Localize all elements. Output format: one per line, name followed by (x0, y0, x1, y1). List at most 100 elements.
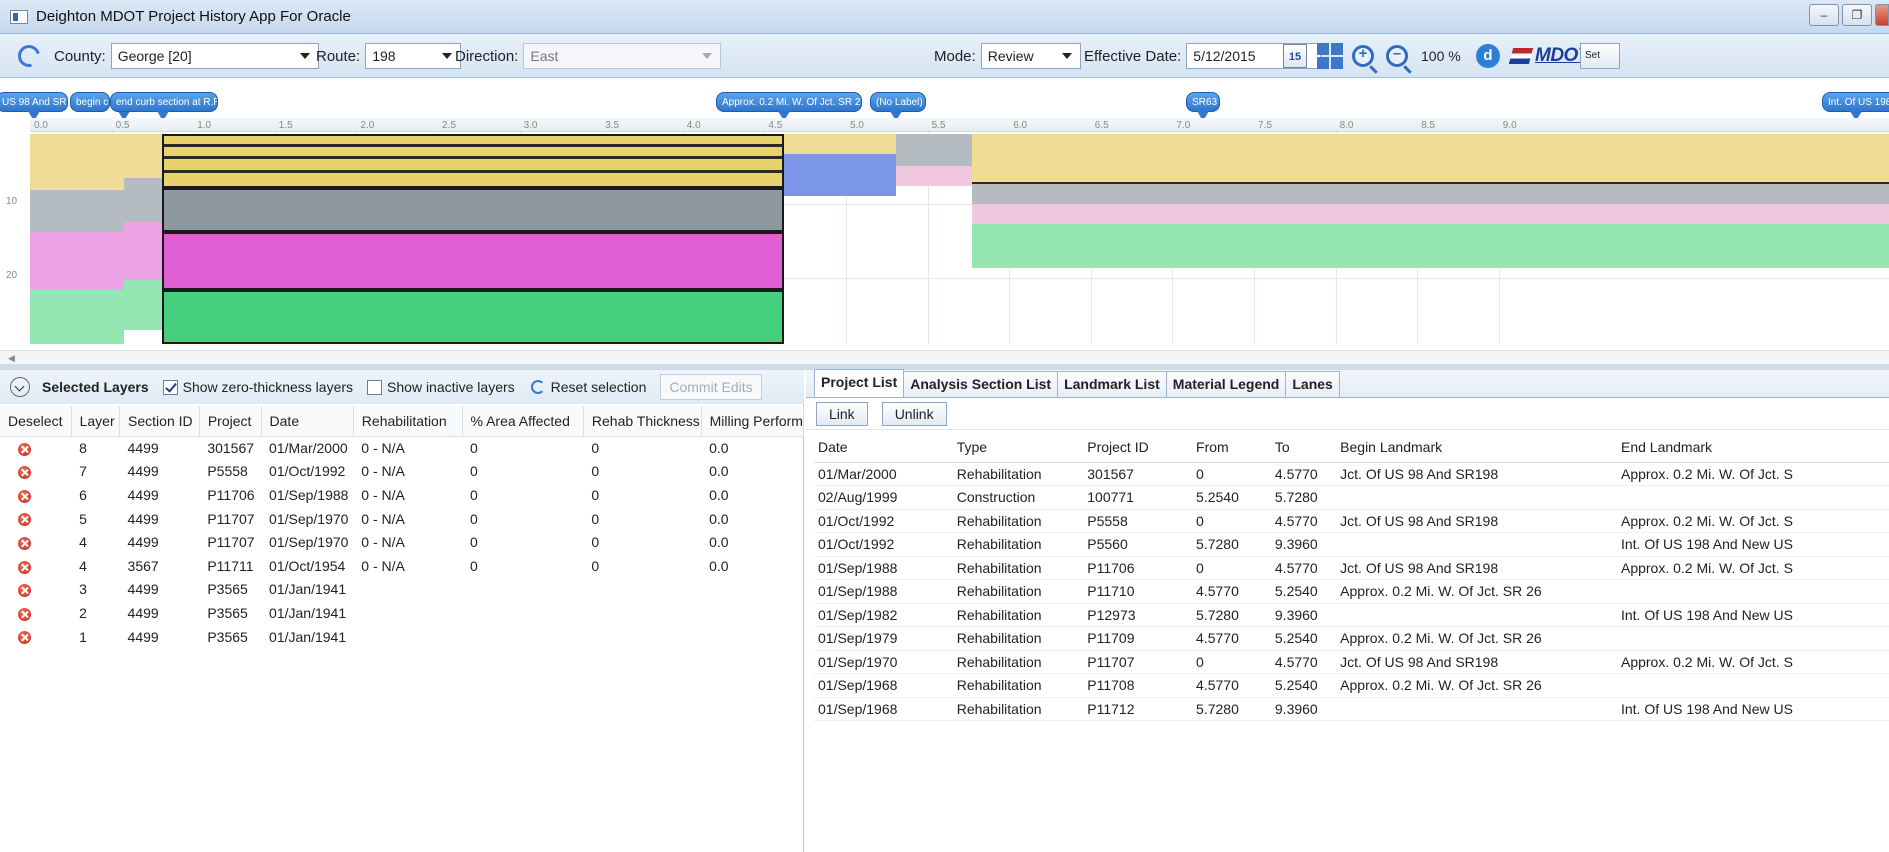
county-select[interactable]: George [20] (110, 43, 319, 69)
zoom-in-icon[interactable]: + (1352, 45, 1374, 67)
column-header[interactable]: Milling Perform (701, 406, 805, 437)
settings-button[interactable]: Set (1580, 43, 1620, 69)
unlink-button[interactable]: Unlink (881, 401, 947, 426)
table-row[interactable]: 6 4499 P11706 01/Sep/1988 0 - N/A 0 0 0.0 (0, 483, 804, 507)
table-row[interactable]: 01/Oct/1992 Rehabilitation P5560 5.7280 9.39… (814, 532, 1889, 557)
landmark-marker[interactable]: Int. Of US 198 An (1822, 92, 1889, 112)
remove-icon[interactable] (18, 442, 31, 456)
landmark-marker[interactable]: begin cu (70, 92, 110, 112)
pavement-layer[interactable] (896, 134, 972, 166)
tab-lanes[interactable]: Lanes (1285, 371, 1340, 397)
landmark-marker[interactable]: Approx. 0.2 Mi. W. Of Jct. SR 26 (716, 92, 862, 112)
tab-project-list[interactable]: Project List (814, 369, 905, 397)
close-button[interactable] (1875, 4, 1889, 26)
show-zero-thickness-checkbox[interactable] (162, 379, 178, 395)
remove-icon[interactable] (18, 489, 31, 503)
pavement-layer[interactable] (896, 166, 972, 186)
scroll-left-icon[interactable]: ◀ (8, 353, 15, 364)
show-inactive-checkbox[interactable] (367, 379, 383, 395)
pavement-layer[interactable] (972, 204, 1889, 224)
table-row[interactable]: 5 4499 P11707 01/Sep/1970 0 - N/A 0 0 0.0 (0, 507, 804, 531)
table-row[interactable]: 02/Aug/1999 Construction 100771 5.2540 5.728… (814, 485, 1889, 510)
chart-horizontal-scrollbar[interactable]: ◀ (0, 350, 1889, 364)
tab-landmark-list[interactable]: Landmark List (1057, 371, 1167, 397)
mode-select[interactable]: Review (980, 43, 1081, 69)
landmark-marker[interactable]: SR63 (1186, 92, 1220, 112)
pavement-layer[interactable] (30, 232, 124, 290)
pavement-layer[interactable] (30, 134, 124, 190)
table-row[interactable]: 01/Mar/2000 Rehabilitation 301567 0 4.5770 Jc… (814, 462, 1889, 486)
tab-analysis-section-list[interactable]: Analysis Section List (903, 371, 1059, 397)
remove-icon[interactable] (18, 584, 31, 598)
maximize-button[interactable]: ❐ (1842, 4, 1872, 26)
column-header[interactable]: Rehabilitation (353, 406, 463, 437)
direction-select[interactable]: East (523, 43, 722, 69)
column-header[interactable]: Date (261, 406, 354, 437)
pavement-layer[interactable] (124, 178, 162, 222)
table-row[interactable]: 01/Sep/1968 Rehabilitation P11712 5.7280 9.3… (814, 697, 1889, 721)
table-row[interactable]: 8 4499 301567 01/Mar/2000 0 - N/A 0 0 0.0 (0, 436, 804, 460)
remove-icon[interactable] (18, 536, 31, 550)
calendar-icon[interactable]: 15 (1283, 44, 1307, 68)
column-header[interactable]: To (1270, 432, 1337, 463)
table-row[interactable]: 01/Oct/1992 Rehabilitation P5558 0 4.5770 Jct… (814, 509, 1889, 533)
pavement-layer-selected[interactable] (162, 188, 784, 232)
reset-selection-link[interactable]: Reset selection (551, 379, 647, 395)
pavement-layer[interactable] (972, 184, 1889, 204)
pavement-layer[interactable] (972, 224, 1889, 268)
landmark-marker[interactable]: US 98 And SR1 (0, 92, 68, 112)
pavement-layer-selected[interactable] (162, 232, 784, 290)
table-row[interactable]: 01/Sep/1968 Rehabilitation P11708 4.5770 5.2… (814, 673, 1889, 698)
commit-edits-button[interactable]: Commit Edits (660, 374, 762, 400)
table-row[interactable]: 4 3567 P11711 01/Oct/1954 0 - N/A 0 0 0.0 (0, 554, 804, 578)
tab-material-legend[interactable]: Material Legend (1165, 371, 1287, 397)
pavement-layer[interactable] (30, 290, 124, 344)
table-row[interactable]: 01/Sep/1982 Rehabilitation P12973 5.7280 9.3… (814, 603, 1889, 627)
table-row[interactable]: 2 4499 P3565 01/Jan/1941 (0, 601, 804, 625)
column-header[interactable]: End Landmark (1616, 432, 1889, 463)
fit-to-screen-icon[interactable] (1317, 43, 1343, 69)
link-button[interactable]: Link (816, 401, 868, 426)
table-row[interactable]: 7 4499 P5558 01/Oct/1992 0 - N/A 0 0 0.0 (0, 460, 804, 484)
table-row[interactable]: 01/Sep/1979 Rehabilitation P11709 4.5770 5.2… (814, 626, 1889, 651)
column-header[interactable]: Type (952, 432, 1084, 463)
column-header[interactable]: Project ID (1083, 432, 1193, 463)
table-row[interactable]: 4 4499 P11707 01/Sep/1970 0 - N/A 0 0 0.0 (0, 530, 804, 554)
pavement-layer[interactable] (784, 134, 896, 154)
table-row[interactable]: 01/Sep/1988 Rehabilitation P11710 4.5770 5.2… (814, 579, 1889, 604)
reset-icon[interactable] (530, 380, 545, 394)
remove-icon[interactable] (18, 607, 31, 621)
pavement-layer[interactable] (124, 222, 162, 280)
pavement-layer[interactable] (124, 134, 162, 178)
deighton-logo-icon[interactable]: d (1476, 44, 1500, 68)
column-header[interactable]: Deselect (0, 406, 72, 437)
pavement-layer-chart[interactable]: US 98 And SR1 begin cu end curb section … (0, 78, 1889, 350)
pavement-layer[interactable] (784, 154, 896, 196)
landmark-marker[interactable]: end curb section at R.R. (110, 92, 218, 112)
refresh-button[interactable] (13, 40, 45, 72)
pavement-layer[interactable] (124, 280, 162, 330)
table-row[interactable]: 3 4499 P3565 01/Jan/1941 (0, 578, 804, 602)
landmark-marker[interactable]: (No Label) (870, 92, 926, 112)
pavement-layer[interactable] (30, 190, 124, 232)
zoom-out-icon[interactable]: – (1386, 45, 1408, 67)
minimize-button[interactable]: – (1809, 4, 1839, 26)
column-header[interactable]: Rehab Thickness (583, 406, 702, 437)
column-header[interactable]: Date (814, 432, 953, 463)
column-header[interactable]: Layer (71, 406, 121, 437)
column-header[interactable]: Section ID (119, 406, 200, 437)
remove-icon[interactable] (18, 631, 31, 645)
column-header[interactable]: From (1192, 432, 1271, 463)
column-header[interactable]: Project (199, 406, 262, 437)
table-row[interactable]: 01/Sep/1988 Rehabilitation P11706 0 4.5770 Jc… (814, 556, 1889, 580)
remove-icon[interactable] (18, 466, 31, 480)
route-select[interactable]: 198 (365, 43, 462, 69)
pavement-layer-selected[interactable] (162, 290, 784, 344)
column-header[interactable]: Begin Landmark (1336, 432, 1617, 463)
table-row[interactable]: 1 4499 P3565 01/Jan/1941 (0, 625, 804, 649)
pavement-layer[interactable] (972, 134, 1889, 184)
pavement-layer-selected[interactable] (162, 134, 784, 188)
table-row[interactable]: 01/Sep/1970 Rehabilitation P11707 0 4.5770 Jc… (814, 650, 1889, 674)
collapse-icon[interactable] (10, 377, 30, 397)
remove-icon[interactable] (18, 513, 31, 527)
